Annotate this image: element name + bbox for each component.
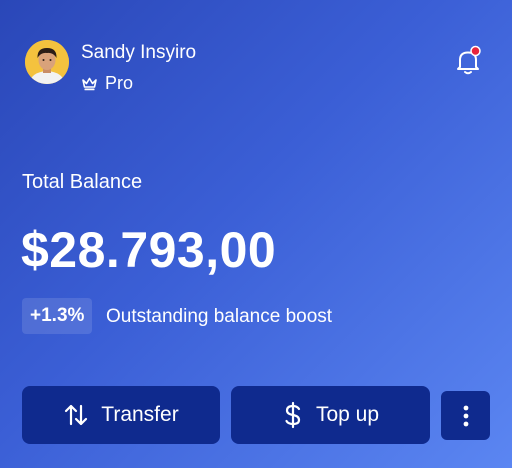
transfer-label: Transfer xyxy=(101,403,179,426)
more-options-button[interactable] xyxy=(441,391,490,440)
topup-button[interactable]: Top up xyxy=(231,386,430,444)
change-badge: +1.3% xyxy=(22,298,93,334)
bell-icon xyxy=(457,45,481,75)
avatar-image xyxy=(25,40,69,84)
balance-card: Sandy Insyiro Pro Total Balance $28.793,… xyxy=(0,0,512,468)
balance-label: Total Balance xyxy=(22,171,143,193)
transfer-button[interactable]: Transfer xyxy=(22,386,220,444)
crown-icon xyxy=(82,77,97,90)
notification-dot xyxy=(470,45,481,57)
dollar-icon xyxy=(285,401,301,429)
more-vertical-icon xyxy=(463,405,468,426)
plan-badge: Pro xyxy=(81,72,133,94)
avatar[interactable] xyxy=(25,40,69,84)
plan-label: Pro xyxy=(105,73,134,93)
notification-button[interactable] xyxy=(452,44,486,78)
balance-amount: $28.793,00 xyxy=(21,222,277,278)
change-text: Outstanding balance boost xyxy=(106,306,333,327)
topup-label: Top up xyxy=(315,403,380,426)
swap-vertical-icon xyxy=(65,404,88,426)
user-name: Sandy Insyiro xyxy=(81,42,197,63)
